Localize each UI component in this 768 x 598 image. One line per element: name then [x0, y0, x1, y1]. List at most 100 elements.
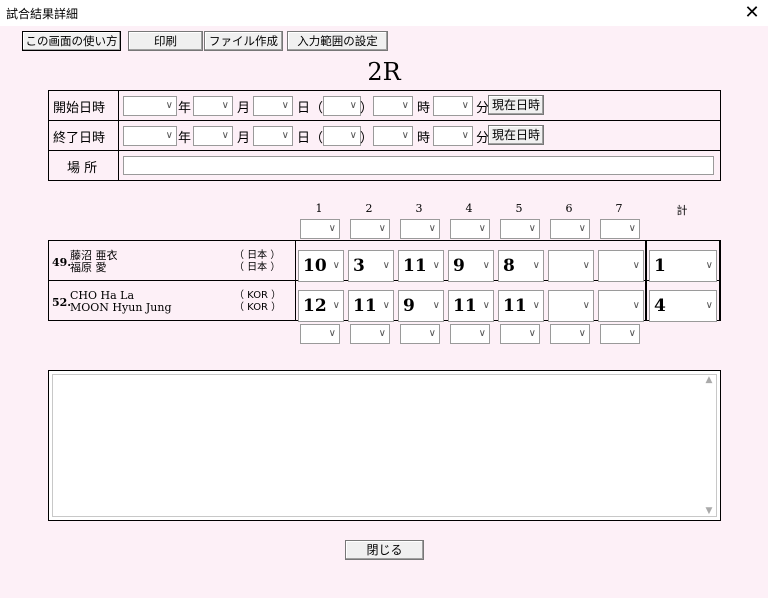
- serve-select-bottom[interactable]: ∨: [500, 324, 540, 344]
- score-select[interactable]: 11 ∨: [498, 290, 544, 322]
- serve-select-top[interactable]: ∨: [600, 219, 640, 239]
- total-select[interactable]: 4 ∨: [649, 290, 717, 322]
- serve-select-bottom[interactable]: ∨: [300, 324, 340, 344]
- player-country-1: （ 日本 ）: [234, 250, 281, 261]
- serve-select-top[interactable]: ∨: [500, 219, 540, 239]
- serve-select-top[interactable]: ∨: [400, 219, 440, 239]
- player-name-2: MOON Hyun Jung: [70, 301, 172, 314]
- end-now-button[interactable]: 現在日時: [488, 125, 544, 145]
- memo-textarea[interactable]: ▲ ▼: [48, 370, 721, 521]
- score-select[interactable]: 10 ∨: [298, 250, 344, 282]
- place-label: 場 所: [67, 161, 98, 176]
- chevron-down-icon: ∨: [378, 328, 386, 339]
- weekday-close-label: ）: [360, 131, 374, 146]
- start-now-button[interactable]: 現在日時: [488, 95, 544, 115]
- end-day-select[interactable]: ∨: [253, 126, 293, 146]
- score-select[interactable]: ∨: [548, 290, 594, 322]
- score-value: 11: [353, 296, 377, 316]
- print-button[interactable]: 印刷: [128, 31, 203, 51]
- score-select[interactable]: 9 ∨: [448, 250, 494, 282]
- game-column-header: 6: [565, 202, 573, 215]
- chevron-down-icon: ∨: [165, 100, 173, 111]
- player-country-2: （ 日本 ）: [234, 262, 281, 273]
- table-border: [645, 240, 647, 321]
- end-month-select[interactable]: ∨: [193, 126, 233, 146]
- table-border: [48, 90, 721, 91]
- scroll-down-icon[interactable]: ▼: [702, 506, 716, 516]
- serve-select-top[interactable]: ∨: [450, 219, 490, 239]
- serve-select-bottom[interactable]: ∨: [600, 324, 640, 344]
- score-value: 11: [453, 296, 477, 316]
- table-border: [118, 90, 119, 181]
- chevron-down-icon: ∨: [382, 260, 390, 271]
- score-select[interactable]: ∨: [598, 290, 644, 322]
- start-weekday-select[interactable]: ∨: [323, 96, 361, 116]
- chevron-down-icon: ∨: [482, 300, 490, 311]
- memo-scrollbar[interactable]: ▲ ▼: [702, 375, 716, 516]
- total-value: 4: [654, 296, 666, 316]
- chevron-down-icon: ∨: [332, 300, 340, 311]
- chevron-down-icon: ∨: [578, 223, 586, 234]
- game-column-header: 2: [365, 202, 373, 215]
- chevron-down-icon: ∨: [378, 223, 386, 234]
- score-select[interactable]: 11 ∨: [398, 250, 444, 282]
- day-label: 日（: [297, 131, 324, 146]
- close-icon[interactable]: ✕: [738, 1, 766, 25]
- serve-select-bottom[interactable]: ∨: [450, 324, 490, 344]
- chevron-down-icon: ∨: [281, 100, 289, 111]
- serve-select-top[interactable]: ∨: [350, 219, 390, 239]
- start-day-select[interactable]: ∨: [253, 96, 293, 116]
- chevron-down-icon: ∨: [578, 328, 586, 339]
- end-weekday-select[interactable]: ∨: [323, 126, 361, 146]
- dialog-client-area: この画面の使い方 印刷 ファイル作成 入力範囲の設定 2R 開始日時 ∨ 年 ∨…: [0, 26, 768, 598]
- start-year-select[interactable]: ∨: [123, 96, 177, 116]
- input-range-button[interactable]: 入力範囲の設定: [287, 31, 388, 51]
- chevron-down-icon: ∨: [632, 260, 640, 271]
- end-minute-select[interactable]: ∨: [433, 126, 473, 146]
- end-year-select[interactable]: ∨: [123, 126, 177, 146]
- start-month-select[interactable]: ∨: [193, 96, 233, 116]
- chevron-down-icon: ∨: [628, 328, 636, 339]
- start-hour-select[interactable]: ∨: [373, 96, 413, 116]
- serve-select-bottom[interactable]: ∨: [350, 324, 390, 344]
- serve-select-bottom[interactable]: ∨: [400, 324, 440, 344]
- close-button[interactable]: 閉じる: [345, 540, 424, 560]
- year-label: 年: [178, 101, 192, 116]
- start-minute-select[interactable]: ∨: [433, 96, 473, 116]
- table-border: [719, 240, 721, 321]
- serve-select-top[interactable]: ∨: [300, 219, 340, 239]
- chevron-down-icon: ∨: [328, 223, 336, 234]
- score-select[interactable]: ∨: [548, 250, 594, 282]
- chevron-down-icon: ∨: [401, 100, 409, 111]
- chevron-down-icon: ∨: [349, 130, 357, 141]
- end-hour-select[interactable]: ∨: [373, 126, 413, 146]
- file-create-button[interactable]: ファイル作成: [204, 31, 283, 51]
- scroll-up-icon[interactable]: ▲: [702, 375, 716, 385]
- chevron-down-icon: ∨: [528, 328, 536, 339]
- score-select[interactable]: 11 ∨: [448, 290, 494, 322]
- score-select[interactable]: 11 ∨: [348, 290, 394, 322]
- end-datetime-label: 終了日時: [53, 131, 106, 146]
- year-label: 年: [178, 131, 192, 146]
- score-select[interactable]: ∨: [598, 250, 644, 282]
- weekday-close-label: ）: [360, 101, 374, 116]
- total-column-header: 計: [676, 204, 688, 217]
- memo-text[interactable]: [52, 374, 717, 517]
- chevron-down-icon: ∨: [428, 223, 436, 234]
- score-value: 8: [503, 256, 515, 276]
- total-select[interactable]: 1 ∨: [649, 250, 717, 282]
- serve-select-bottom[interactable]: ∨: [550, 324, 590, 344]
- serve-select-top[interactable]: ∨: [550, 219, 590, 239]
- score-select[interactable]: 9 ∨: [398, 290, 444, 322]
- score-value: 11: [503, 296, 527, 316]
- chevron-down-icon: ∨: [528, 223, 536, 234]
- player-country-2: （ KOR ）: [234, 302, 282, 313]
- score-select[interactable]: 8 ∨: [498, 250, 544, 282]
- place-input[interactable]: [123, 156, 714, 175]
- score-value: 12: [303, 296, 327, 316]
- help-button[interactable]: この画面の使い方: [22, 31, 121, 51]
- score-select[interactable]: 3 ∨: [348, 250, 394, 282]
- score-select[interactable]: 12 ∨: [298, 290, 344, 322]
- score-value: 9: [453, 256, 465, 276]
- table-border: [720, 90, 721, 181]
